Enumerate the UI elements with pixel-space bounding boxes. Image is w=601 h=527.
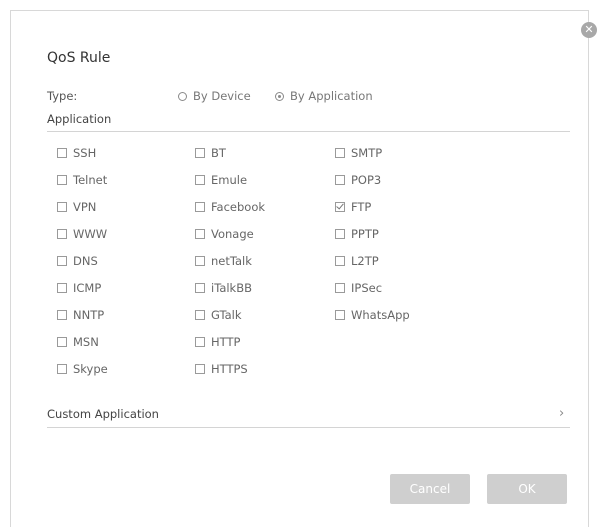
checkbox-label: BT <box>211 146 226 160</box>
checkbox-icon <box>57 364 67 374</box>
checkbox-ipsec[interactable]: IPSec <box>335 281 382 295</box>
checkbox-facebook[interactable]: Facebook <box>195 200 265 214</box>
checkbox-icon <box>195 283 205 293</box>
checkbox-icon <box>195 256 205 266</box>
checkbox-http[interactable]: HTTP <box>195 335 240 349</box>
checkbox-nettalk[interactable]: netTalk <box>195 254 252 268</box>
checkbox-icon <box>195 310 205 320</box>
checkbox-msn[interactable]: MSN <box>57 335 99 349</box>
checkbox-icon <box>195 364 205 374</box>
checkbox-skype[interactable]: Skype <box>57 362 108 376</box>
custom-application-divider <box>47 427 570 428</box>
checkbox-label: Vonage <box>211 227 254 241</box>
checkbox-label: netTalk <box>211 254 252 268</box>
checkbox-label: Telnet <box>73 173 108 187</box>
checkbox-icon <box>195 229 205 239</box>
checkbox-label: Skype <box>73 362 108 376</box>
application-section-label: Application <box>47 112 112 126</box>
checkbox-icon <box>195 175 205 185</box>
checkbox-checked-icon <box>335 202 345 212</box>
radio-circle-checked-icon <box>275 91 284 101</box>
checkbox-emule[interactable]: Emule <box>195 173 247 187</box>
checkbox-bt[interactable]: BT <box>195 146 226 160</box>
checkbox-icon <box>57 229 67 239</box>
checkbox-icon <box>335 283 345 293</box>
checkbox-icon <box>57 283 67 293</box>
checkbox-icon <box>335 148 345 158</box>
checkbox-smtp[interactable]: SMTP <box>335 146 382 160</box>
checkbox-gtalk[interactable]: GTalk <box>195 308 242 322</box>
cancel-button[interactable]: Cancel <box>390 474 470 504</box>
checkbox-label: MSN <box>73 335 99 349</box>
checkbox-label: POP3 <box>351 173 382 187</box>
checkbox-label: HTTP <box>211 335 241 349</box>
checkbox-icon <box>335 229 345 239</box>
checkbox-icon <box>195 337 205 347</box>
checkbox-dns[interactable]: DNS <box>57 254 98 268</box>
close-icon[interactable]: ✕ <box>581 22 597 38</box>
checkbox-label: SSH <box>73 146 97 160</box>
checkbox-label: FTP <box>351 200 372 214</box>
checkbox-icon <box>57 256 67 266</box>
chevron-right-icon[interactable]: › <box>559 406 564 421</box>
checkbox-label: L2TP <box>351 254 379 268</box>
radio-circle-icon <box>178 91 187 101</box>
checkbox-icon <box>57 148 67 158</box>
checkbox-icon <box>57 337 67 347</box>
checkbox-label: DNS <box>73 254 98 268</box>
checkbox-icon <box>335 256 345 266</box>
checkbox-label: NNTP <box>73 308 105 322</box>
dialog-title: QoS Rule <box>47 50 111 66</box>
checkbox-italkbb[interactable]: iTalkBB <box>195 281 252 295</box>
checkbox-icon <box>335 175 345 185</box>
application-divider <box>47 131 570 132</box>
type-label: Type: <box>47 89 78 103</box>
checkbox-nntp[interactable]: NNTP <box>57 308 104 322</box>
checkbox-label: WhatsApp <box>351 308 410 322</box>
radio-by-application-label: By Application <box>290 89 373 103</box>
checkbox-ftp[interactable]: FTP <box>335 200 371 214</box>
checkbox-label: PPTP <box>351 227 379 241</box>
checkbox-telnet[interactable]: Telnet <box>57 173 107 187</box>
checkbox-icmp[interactable]: ICMP <box>57 281 101 295</box>
checkbox-ssh[interactable]: SSH <box>57 146 96 160</box>
checkbox-vonage[interactable]: Vonage <box>195 227 254 241</box>
checkbox-pptp[interactable]: PPTP <box>335 227 379 241</box>
checkbox-label: Facebook <box>211 200 266 214</box>
radio-by-device[interactable]: By Device <box>178 88 251 104</box>
checkbox-label: IPSec <box>351 281 383 295</box>
checkbox-label: VPN <box>73 200 97 214</box>
checkbox-whatsapp[interactable]: WhatsApp <box>335 308 410 322</box>
checkbox-label: SMTP <box>351 146 383 160</box>
checkbox-label: ICMP <box>73 281 102 295</box>
checkbox-icon <box>57 310 67 320</box>
checkbox-www[interactable]: WWW <box>57 227 107 241</box>
checkbox-label: iTalkBB <box>211 281 252 295</box>
checkbox-icon <box>57 175 67 185</box>
checkbox-icon <box>335 310 345 320</box>
checkbox-icon <box>195 202 205 212</box>
checkbox-l2tp[interactable]: L2TP <box>335 254 379 268</box>
checkbox-label: GTalk <box>211 308 242 322</box>
checkbox-label: HTTPS <box>211 362 248 376</box>
radio-by-application[interactable]: By Application <box>275 88 373 104</box>
checkbox-vpn[interactable]: VPN <box>57 200 96 214</box>
checkbox-label: WWW <box>73 227 108 241</box>
radio-by-device-label: By Device <box>193 89 251 103</box>
checkbox-pop3[interactable]: POP3 <box>335 173 381 187</box>
checkbox-label: Emule <box>211 173 248 187</box>
checkbox-https[interactable]: HTTPS <box>195 362 248 376</box>
custom-application-label[interactable]: Custom Application <box>47 407 159 421</box>
checkbox-icon <box>195 148 205 158</box>
ok-button[interactable]: OK <box>487 474 567 504</box>
checkbox-icon <box>57 202 67 212</box>
